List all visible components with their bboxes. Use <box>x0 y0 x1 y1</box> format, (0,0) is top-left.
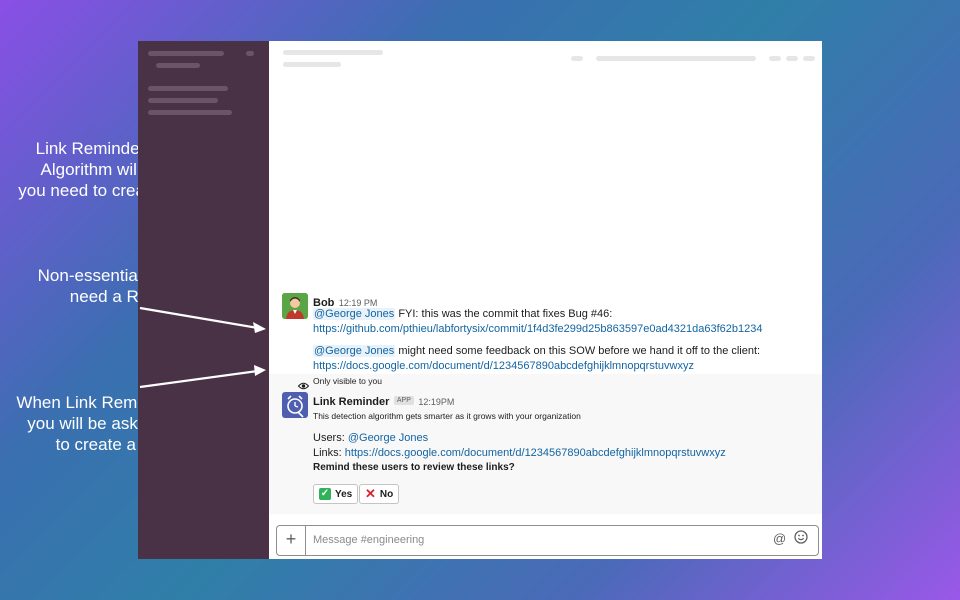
header-placeholder <box>283 62 341 67</box>
message-text: @George Jones might need some feedback o… <box>313 345 760 357</box>
visibility-note: Only visible to you <box>313 376 382 386</box>
message-time[interactable]: 12:19PM <box>418 397 454 407</box>
sidebar-placeholder <box>148 98 218 103</box>
header-placeholder <box>786 56 798 61</box>
header-placeholder <box>803 56 815 61</box>
emoji-icon[interactable] <box>794 530 808 547</box>
x-icon: ✕ <box>365 486 376 501</box>
sidebar-placeholder <box>246 51 254 56</box>
header-placeholder <box>283 50 383 55</box>
sidebar-placeholder <box>148 110 232 115</box>
app-badge: APP <box>393 396 414 406</box>
message-link-line: https://github.com/pthieu/labfortysix/co… <box>313 323 763 335</box>
plus-icon[interactable]: + <box>277 526 306 555</box>
sidebar-placeholder <box>156 63 200 68</box>
at-icon[interactable]: @ <box>773 531 786 546</box>
message-input[interactable]: Message #engineering <box>313 534 424 546</box>
sidebar-placeholder <box>148 86 228 91</box>
message-time[interactable]: 12:19 PM <box>339 298 378 308</box>
slack-window: Bob 12:19 PM @George Jones FYI: this was… <box>138 41 822 559</box>
user-mention[interactable]: @George Jones <box>313 308 396 320</box>
message-composer: + Message #engineering @ <box>276 525 819 556</box>
no-label: No <box>379 488 394 500</box>
remind-question: Remind these users to review these links… <box>313 462 515 473</box>
link-reminder-avatar[interactable] <box>282 392 308 418</box>
users-label: Users: <box>313 432 348 444</box>
links-label: Links: <box>313 447 345 459</box>
app-header: Link Reminder APP 12:19PM <box>313 392 454 410</box>
message-text: @George Jones FYI: this was the commit t… <box>313 308 612 320</box>
yes-label: Yes <box>335 488 353 500</box>
sidebar-placeholder <box>148 51 224 56</box>
message-link-line: https://docs.google.com/document/d/12345… <box>313 360 694 372</box>
main-pane: Bob 12:19 PM @George Jones FYI: this was… <box>269 41 822 559</box>
message-body: FYI: this was the commit that fixes Bug … <box>395 308 613 320</box>
header-placeholder <box>571 56 583 61</box>
no-button[interactable]: ✕ No <box>359 484 400 504</box>
header-placeholder <box>596 56 756 61</box>
sidebar <box>138 41 269 559</box>
message-link[interactable]: https://github.com/pthieu/labfortysix/co… <box>313 323 763 335</box>
user-mention[interactable]: @George Jones <box>348 432 428 444</box>
links-line: Links: https://docs.google.com/document/… <box>313 447 726 459</box>
message-link[interactable]: https://docs.google.com/document/d/12345… <box>313 360 694 372</box>
bob-avatar[interactable] <box>282 293 308 319</box>
check-icon: ✓ <box>319 488 331 500</box>
header-placeholder <box>769 56 781 61</box>
users-line: Users: @George Jones <box>313 432 428 444</box>
app-description: This detection algorithm gets smarter as… <box>313 411 581 421</box>
message-link[interactable]: https://docs.google.com/document/d/12345… <box>345 447 726 459</box>
app-name[interactable]: Link Reminder <box>313 396 389 408</box>
user-mention[interactable]: @George Jones <box>313 345 396 357</box>
yes-button[interactable]: ✓ Yes <box>313 484 359 504</box>
message-body: might need some feedback on this SOW bef… <box>395 345 761 357</box>
